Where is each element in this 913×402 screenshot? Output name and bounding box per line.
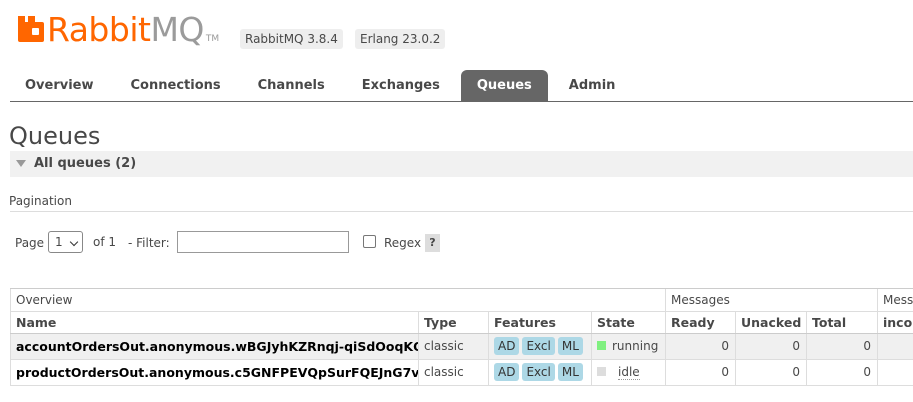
- regex-label: Regex: [384, 236, 422, 250]
- queue-total: 0: [807, 360, 878, 385]
- filter-label: - Filter:: [128, 236, 170, 250]
- page-select[interactable]: 1: [48, 231, 83, 253]
- queue-ready: 0: [666, 360, 736, 385]
- tab-admin[interactable]: Admin: [553, 70, 632, 101]
- table-group-header: Overview Messages Mess: [10, 288, 913, 312]
- page-label: Page: [15, 236, 45, 250]
- column-ready[interactable]: Ready: [666, 312, 736, 333]
- column-type[interactable]: Type: [419, 312, 489, 333]
- table-row: productOrdersOut.anonymous.c5GNFPEVQpSur…: [10, 360, 913, 386]
- collapse-triangle-icon: [16, 160, 26, 167]
- column-total[interactable]: Total: [807, 312, 878, 333]
- column-state[interactable]: State: [592, 312, 666, 333]
- queue-state: idle: [592, 360, 666, 385]
- feature-badge-ml: ML: [557, 337, 583, 355]
- group-message-rates: Mess: [883, 293, 913, 307]
- pagination-divider: [10, 211, 913, 212]
- section-title: All queues (2): [34, 156, 137, 171]
- queue-unacked: 0: [736, 334, 807, 359]
- group-overview: Overview: [10, 289, 666, 311]
- queue-incoming-rate: [878, 334, 913, 359]
- queue-features: AD Excl ML: [489, 334, 592, 359]
- queue-state-label: idle: [618, 365, 640, 380]
- column-features[interactable]: Features: [489, 312, 592, 333]
- column-name[interactable]: Name: [10, 312, 419, 333]
- table-row: accountOrdersOut.anonymous.wBGJyhKZRnqj-…: [10, 334, 913, 360]
- filter-input[interactable]: [177, 231, 349, 253]
- queue-state-label: running: [612, 339, 659, 353]
- tab-channels[interactable]: Channels: [242, 70, 341, 101]
- queue-type: classic: [419, 360, 489, 385]
- feature-badge-ml: ML: [557, 363, 583, 381]
- feature-badge-excl: Excl: [522, 337, 555, 355]
- table-column-header: Name Type Features State Ready Unacked T…: [10, 312, 913, 334]
- rabbitmq-logo[interactable]: RabbitMQ TM: [18, 12, 219, 48]
- queue-type: classic: [419, 334, 489, 359]
- feature-badge-excl: Excl: [522, 363, 555, 381]
- regex-checkbox[interactable]: [363, 235, 376, 248]
- main-nav-tabs: Overview Connections Channels Exchanges …: [10, 70, 913, 102]
- queue-state: running: [592, 334, 666, 359]
- page-title: Queues: [9, 122, 101, 150]
- rabbit-logo-icon: [18, 16, 44, 42]
- feature-badge-ad: AD: [494, 337, 520, 355]
- running-status-icon: [597, 341, 606, 350]
- queue-incoming-rate: [878, 360, 913, 385]
- queue-name-link[interactable]: accountOrdersOut.anonymous.wBGJyhKZRnqj-…: [10, 334, 419, 359]
- all-queues-section-toggle[interactable]: All queues (2): [10, 151, 913, 177]
- rabbitmq-version-badge: RabbitMQ 3.8.4: [240, 29, 343, 49]
- feature-badge-ad: AD: [494, 363, 520, 381]
- tab-overview[interactable]: Overview: [10, 70, 109, 101]
- queue-ready: 0: [666, 334, 736, 359]
- idle-status-icon: [597, 367, 606, 376]
- help-button[interactable]: ?: [425, 234, 440, 252]
- column-unacked[interactable]: Unacked: [736, 312, 807, 333]
- chevron-down-icon: [69, 237, 79, 247]
- tab-connections[interactable]: Connections: [115, 70, 237, 101]
- tab-exchanges[interactable]: Exchanges: [346, 70, 456, 101]
- logo-trademark: TM: [205, 34, 220, 44]
- tab-queues[interactable]: Queues: [460, 70, 548, 101]
- logo-text: RabbitMQ: [47, 10, 204, 49]
- page-count-label: of 1: [93, 235, 117, 249]
- column-incoming[interactable]: incor: [878, 312, 913, 333]
- page-select-value: 1: [55, 235, 63, 249]
- queue-features: AD Excl ML: [489, 360, 592, 385]
- queue-name-link[interactable]: productOrdersOut.anonymous.c5GNFPEVQpSur…: [10, 360, 419, 385]
- queue-total: 0: [807, 334, 878, 359]
- erlang-version-badge: Erlang 23.0.2: [355, 29, 446, 49]
- queue-unacked: 0: [736, 360, 807, 385]
- pagination-heading: Pagination: [9, 194, 72, 208]
- header: RabbitMQ TM RabbitMQ 3.8.4 Erlang 23.0.2: [18, 12, 898, 52]
- group-messages: Messages: [666, 289, 878, 311]
